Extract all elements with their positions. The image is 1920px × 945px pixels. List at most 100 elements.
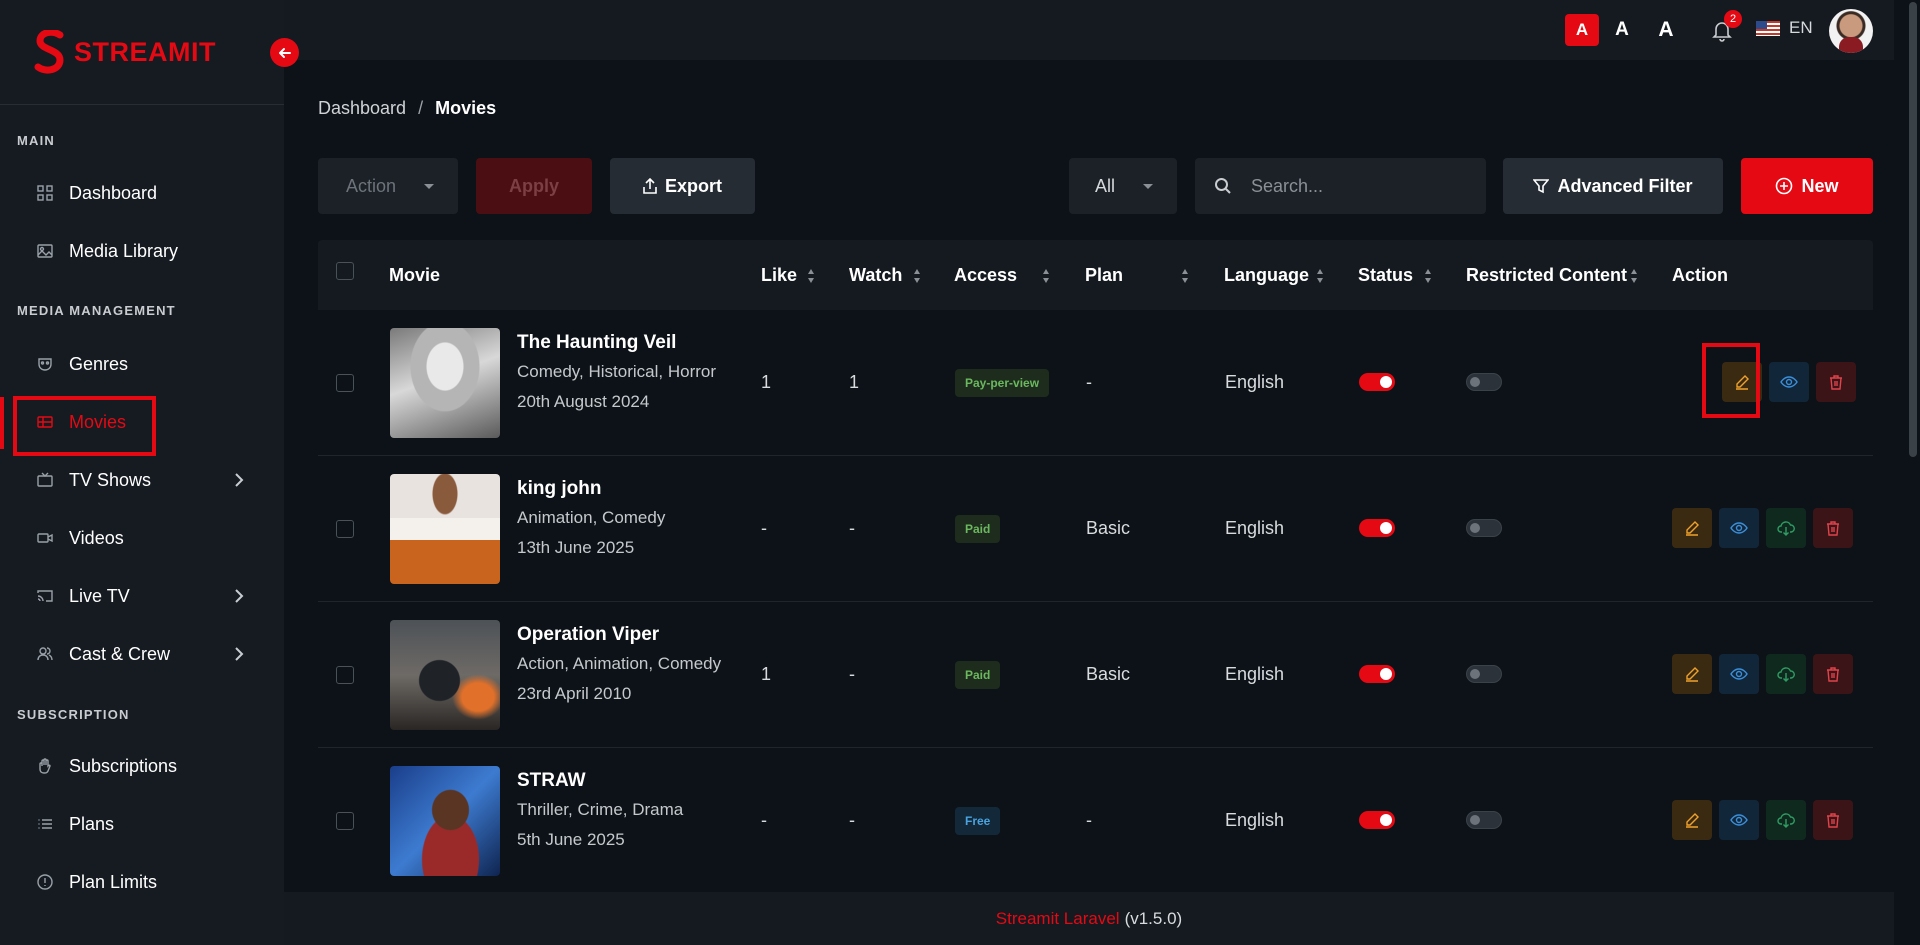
font-size-medium-button[interactable]: A bbox=[1608, 14, 1636, 46]
movie-title[interactable]: Operation Viper bbox=[517, 624, 659, 646]
sidebar-item-tv-shows[interactable]: TV Shows bbox=[0, 451, 284, 509]
sidebar-item-videos[interactable]: Videos bbox=[0, 509, 284, 567]
sort-icon[interactable] bbox=[1424, 268, 1432, 284]
font-size-small-button[interactable]: A bbox=[1565, 14, 1599, 46]
access-badge: Free bbox=[955, 807, 1001, 835]
edit-button[interactable] bbox=[1672, 654, 1712, 694]
movie-poster[interactable] bbox=[390, 766, 500, 876]
movie-poster[interactable] bbox=[390, 474, 500, 584]
search-input[interactable]: Search... bbox=[1251, 176, 1323, 197]
breadcrumb-current: Movies bbox=[435, 98, 497, 118]
col-language[interactable]: Language bbox=[1224, 240, 1309, 310]
apply-button[interactable]: Apply bbox=[476, 158, 592, 214]
download-button[interactable] bbox=[1766, 508, 1806, 548]
col-access[interactable]: Access bbox=[954, 240, 1017, 310]
scrollbar-thumb[interactable] bbox=[1909, 2, 1917, 457]
status-toggle[interactable] bbox=[1359, 373, 1395, 391]
edit-highlight-box bbox=[1702, 343, 1760, 418]
col-like[interactable]: Like bbox=[761, 240, 797, 310]
watch-count: - bbox=[849, 664, 855, 684]
sort-icon[interactable] bbox=[1042, 268, 1050, 284]
row-checkbox[interactable] bbox=[336, 812, 354, 830]
movie-title[interactable]: The Haunting Veil bbox=[517, 332, 676, 354]
row-checkbox[interactable] bbox=[336, 374, 354, 392]
bulk-action-select[interactable]: Action bbox=[318, 158, 458, 214]
sort-icon[interactable] bbox=[1316, 268, 1324, 284]
col-plan[interactable]: Plan bbox=[1085, 240, 1123, 310]
status-toggle[interactable] bbox=[1359, 811, 1395, 829]
movie-title[interactable]: king john bbox=[517, 478, 601, 500]
sidebar-item-label: TV Shows bbox=[69, 469, 152, 490]
col-status[interactable]: Status bbox=[1358, 240, 1413, 310]
search-icon bbox=[1195, 158, 1251, 214]
restricted-toggle[interactable] bbox=[1466, 665, 1502, 683]
download-button[interactable] bbox=[1766, 800, 1806, 840]
sidebar-collapse-button[interactable] bbox=[270, 38, 299, 67]
sidebar-item-subscriptions[interactable]: Subscriptions bbox=[0, 737, 284, 795]
delete-button[interactable] bbox=[1813, 800, 1853, 840]
movie-release-date: 23rd April 2010 bbox=[517, 684, 632, 703]
view-button[interactable] bbox=[1719, 508, 1759, 548]
plus-circle-icon bbox=[1775, 177, 1793, 195]
footer-version: (v1.5.0) bbox=[1124, 908, 1183, 928]
status-toggle[interactable] bbox=[1359, 519, 1395, 537]
row-checkbox[interactable] bbox=[336, 520, 354, 538]
col-restricted-content[interactable]: Restricted Content bbox=[1466, 240, 1627, 310]
sort-icon[interactable] bbox=[1630, 268, 1638, 284]
sidebar-item-dashboard[interactable]: Dashboard bbox=[0, 164, 284, 222]
status-toggle[interactable] bbox=[1359, 665, 1395, 683]
col-action: Action bbox=[1672, 265, 1728, 285]
view-button[interactable] bbox=[1719, 800, 1759, 840]
delete-button[interactable] bbox=[1813, 508, 1853, 548]
status-filter-select[interactable]: All bbox=[1069, 158, 1177, 214]
brand-name: STREAMIT bbox=[74, 36, 216, 67]
sort-icon[interactable] bbox=[913, 268, 921, 284]
select-all-checkbox[interactable] bbox=[336, 262, 354, 280]
sidebar-item-genres[interactable]: Genres bbox=[0, 335, 284, 393]
delete-button[interactable] bbox=[1813, 654, 1853, 694]
section-title: SUBSCRIPTION bbox=[17, 707, 130, 722]
download-button[interactable] bbox=[1766, 654, 1806, 694]
col-watch[interactable]: Watch bbox=[849, 240, 902, 310]
advanced-filter-button[interactable]: Advanced Filter bbox=[1503, 158, 1723, 214]
avatar[interactable] bbox=[1829, 9, 1873, 53]
breadcrumb-dashboard-link[interactable]: Dashboard bbox=[318, 98, 406, 119]
restricted-toggle[interactable] bbox=[1466, 519, 1502, 537]
movies-table: Movie Like Watch Access Plan Language St… bbox=[318, 240, 1873, 883]
view-button[interactable] bbox=[1769, 362, 1809, 402]
movie-poster[interactable] bbox=[390, 328, 500, 438]
table-row: Operation Viper Action, Animation, Comed… bbox=[318, 602, 1873, 748]
sidebar-item-live-tv[interactable]: Live TV bbox=[0, 567, 284, 625]
plan-value: - bbox=[1086, 810, 1092, 830]
sidebar-item-media-library[interactable]: Media Library bbox=[0, 222, 284, 280]
movie-title[interactable]: STRAW bbox=[517, 770, 586, 792]
edit-button[interactable] bbox=[1672, 800, 1712, 840]
like-count: 1 bbox=[761, 372, 772, 392]
plan-value: Basic bbox=[1086, 664, 1131, 684]
sidebar-item-plans[interactable]: Plans bbox=[0, 795, 284, 853]
delete-button[interactable] bbox=[1816, 362, 1856, 402]
footer-brand-link[interactable]: Streamit Laravel bbox=[996, 909, 1120, 929]
new-button[interactable]: New bbox=[1741, 158, 1873, 214]
sidebar-item-cast-crew[interactable]: Cast & Crew bbox=[0, 625, 284, 683]
view-button[interactable] bbox=[1719, 654, 1759, 694]
access-badge: Pay-per-view bbox=[955, 369, 1050, 397]
movie-genres: Animation, Comedy bbox=[517, 508, 666, 527]
search-box[interactable]: Search... bbox=[1195, 158, 1486, 214]
sort-icon[interactable] bbox=[1181, 268, 1189, 284]
sort-icon[interactable] bbox=[807, 268, 815, 284]
like-count: - bbox=[761, 810, 767, 830]
movie-poster[interactable] bbox=[390, 620, 500, 730]
edit-button[interactable] bbox=[1672, 508, 1712, 548]
sidebar-item-label: Subscriptions bbox=[69, 755, 178, 776]
chevron-right-icon bbox=[235, 589, 244, 603]
row-checkbox[interactable] bbox=[336, 666, 354, 684]
language-selector[interactable]: EN bbox=[1756, 18, 1813, 38]
page-scrollbar[interactable] bbox=[1906, 0, 1920, 945]
restricted-toggle[interactable] bbox=[1466, 811, 1502, 829]
export-button[interactable]: Export bbox=[610, 158, 755, 214]
restricted-toggle[interactable] bbox=[1466, 373, 1502, 391]
export-label: Export bbox=[664, 175, 722, 196]
sidebar-item-plan-limits[interactable]: Plan Limits bbox=[0, 853, 284, 911]
font-size-large-button[interactable]: A bbox=[1650, 14, 1682, 46]
